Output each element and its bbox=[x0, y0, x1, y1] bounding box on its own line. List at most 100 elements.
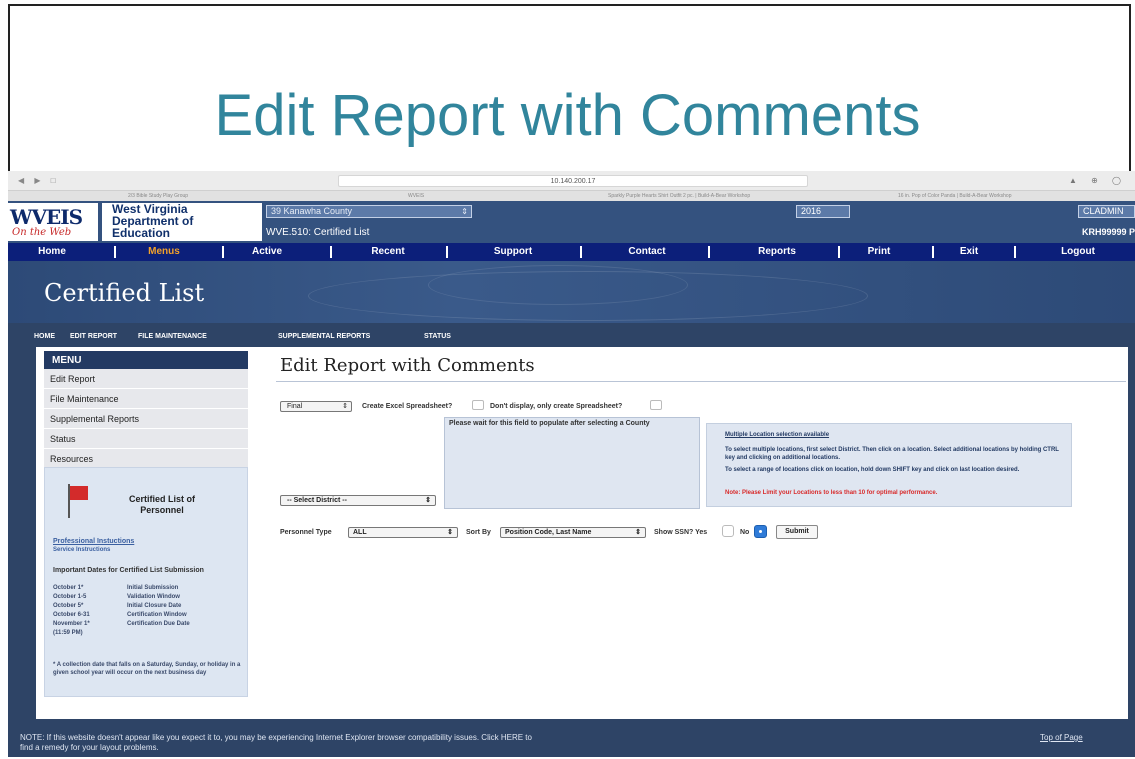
info-box: Certified List of Personnel Professional… bbox=[44, 467, 248, 697]
excel-checkbox[interactable] bbox=[472, 400, 484, 410]
report-code: WVE.510: Certified List bbox=[266, 227, 370, 238]
content-panel: MENU Edit Report File Maintenance Supple… bbox=[36, 347, 1128, 719]
url-bar[interactable]: 10.140.200.17 bbox=[338, 175, 808, 187]
nav-logout[interactable]: Logout bbox=[1048, 246, 1108, 257]
browser-tab[interactable]: 2/3 Bible Study Play Group bbox=[128, 193, 188, 199]
submit-button[interactable]: Submit bbox=[776, 525, 818, 539]
multi-location-text: To select multiple locations, first sele… bbox=[725, 447, 1059, 461]
info-title: Certified List of Personnel bbox=[129, 494, 196, 515]
sort-by-label: Sort By bbox=[466, 529, 491, 536]
wveis-logo[interactable]: WVEIS On the Web bbox=[8, 203, 98, 241]
dont-display-checkbox[interactable] bbox=[650, 400, 662, 410]
range-location-text: To select a range of locations click on … bbox=[725, 467, 1020, 473]
side-menu: MENU Edit Report File Maintenance Supple… bbox=[44, 351, 248, 469]
nav-separator bbox=[114, 246, 116, 258]
footer-note: NOTE: If this website doesn't appear lik… bbox=[20, 733, 532, 752]
app-header: WVEIS On the Web West Virginia Departmen… bbox=[8, 201, 1135, 243]
sub-nav: HOME EDIT REPORT FILE MAINTENANCE SUPPLE… bbox=[8, 331, 1135, 345]
subnav-home[interactable]: HOME bbox=[34, 333, 55, 340]
menu-item-file-maintenance[interactable]: File Maintenance bbox=[44, 389, 248, 409]
menu-item-resources[interactable]: Resources bbox=[44, 449, 248, 469]
select-arrows-icon: ⇕ bbox=[425, 497, 431, 504]
select-arrows-icon: ⇕ bbox=[342, 403, 348, 410]
nav-exit[interactable]: Exit bbox=[944, 246, 994, 257]
nav-separator bbox=[580, 246, 582, 258]
screenshot: ◀ ▶ □ 10.140.200.17 ▲ ⊕ ◯ 2/3 Bible Stud… bbox=[8, 171, 1135, 757]
district-select[interactable]: -- Select District -- ⇕ bbox=[280, 495, 436, 506]
select-arrows-icon: ⇕ bbox=[461, 207, 468, 216]
browser-nav-icons[interactable]: ◀ ▶ □ bbox=[18, 176, 60, 185]
multi-location-heading: Multiple Location selection available bbox=[725, 432, 830, 438]
dates-heading: Important Dates for Certified List Submi… bbox=[53, 567, 204, 574]
date-row: November 1* Certification Due Date bbox=[53, 621, 190, 627]
service-instructions-link[interactable]: Service Instructions bbox=[53, 547, 110, 553]
nav-home[interactable]: Home bbox=[22, 246, 82, 257]
subnav-edit-report[interactable]: EDIT REPORT bbox=[70, 333, 117, 340]
subnav-file-maintenance[interactable]: FILE MAINTENANCE bbox=[138, 333, 207, 340]
nav-separator bbox=[838, 246, 840, 258]
ssn-no-radio[interactable] bbox=[754, 525, 767, 538]
banner-title: Certified List bbox=[44, 279, 205, 307]
date-row: October 5* Initial Closure Date bbox=[53, 603, 182, 609]
page-title: Edit Report with Comments bbox=[280, 355, 535, 376]
county-select[interactable]: 39 Kanawha County ⇕ bbox=[266, 205, 472, 218]
nav-reports[interactable]: Reports bbox=[742, 246, 812, 257]
nav-recent[interactable]: Recent bbox=[358, 246, 418, 257]
slide-title: Edit Report with Comments bbox=[214, 83, 921, 148]
menu-item-status[interactable]: Status bbox=[44, 429, 248, 449]
date-row: October 6-31 Certification Window bbox=[53, 612, 187, 618]
dont-display-label: Don't display, only create Spreadsheet? bbox=[490, 403, 623, 410]
user-role-select[interactable]: CLADMIN bbox=[1078, 205, 1135, 218]
browser-toolbar: ◀ ▶ □ 10.140.200.17 ▲ ⊕ ◯ bbox=[8, 171, 1135, 191]
location-wait-message: Please wait for this field to populate a… bbox=[449, 420, 650, 427]
nav-support[interactable]: Support bbox=[478, 246, 548, 257]
nav-menus[interactable]: Menus bbox=[134, 246, 194, 257]
show-ssn-label: Show SSN? Yes bbox=[654, 529, 708, 536]
date-row: October 1-5 Validation Window bbox=[53, 594, 180, 600]
menu-heading: MENU bbox=[44, 351, 248, 369]
multi-location-help: Multiple Location selection available To… bbox=[706, 423, 1072, 507]
nav-separator bbox=[708, 246, 710, 258]
nav-separator bbox=[446, 246, 448, 258]
location-list[interactable]: Please wait for this field to populate a… bbox=[444, 417, 700, 509]
nav-contact[interactable]: Contact bbox=[612, 246, 682, 257]
menu-item-supplemental-reports[interactable]: Supplemental Reports bbox=[44, 409, 248, 429]
format-select[interactable]: Final ⇕ bbox=[280, 401, 352, 412]
year-select[interactable]: 2016 bbox=[796, 205, 850, 218]
excel-label: Create Excel Spreadsheet? bbox=[362, 403, 453, 410]
professional-instructions-link[interactable]: Professional Instuctions bbox=[53, 538, 134, 545]
personnel-type-select[interactable]: ALL ⇕ bbox=[348, 527, 458, 538]
browser-tab[interactable]: WVEIS bbox=[408, 193, 424, 199]
ssn-yes-radio[interactable] bbox=[722, 525, 734, 537]
top-nav: Home Menus Active Recent Support Contact… bbox=[8, 243, 1135, 261]
share-icon[interactable]: ▲ ⊕ ◯ bbox=[1069, 176, 1127, 185]
subnav-supplemental-reports[interactable]: SUPPLEMENTAL REPORTS bbox=[278, 333, 370, 340]
banner-decoration bbox=[428, 265, 688, 305]
sort-by-select[interactable]: Position Code, Last Name ⇕ bbox=[500, 527, 646, 538]
nav-separator bbox=[330, 246, 332, 258]
nav-separator bbox=[222, 246, 224, 258]
flag-icon bbox=[65, 484, 89, 518]
department-name: West Virginia Department of Education bbox=[102, 203, 262, 241]
page-banner: Certified List bbox=[8, 261, 1135, 323]
browser-tabs: 2/3 Bible Study Play Group WVEIS Sparkly… bbox=[8, 191, 1135, 201]
title-divider bbox=[276, 381, 1126, 382]
ssn-no-label: No bbox=[740, 529, 750, 536]
menu-item-edit-report[interactable]: Edit Report bbox=[44, 369, 248, 389]
browser-tab[interactable]: 16 in. Pop of Color Panda | Build-A-Bear… bbox=[898, 193, 1012, 199]
date-row: October 1* Initial Submission bbox=[53, 585, 179, 591]
nav-active[interactable]: Active bbox=[242, 246, 292, 257]
user-id: KRH99999 PRS bbox=[1082, 227, 1135, 237]
date-row: (11:59 PM) bbox=[53, 630, 83, 636]
info-footnote: * A collection date that falls on a Satu… bbox=[53, 662, 241, 676]
location-limit-note: Note: Please Limit your Locations to les… bbox=[725, 490, 938, 496]
nav-print[interactable]: Print bbox=[854, 246, 904, 257]
select-arrows-icon: ⇕ bbox=[447, 529, 453, 536]
nav-separator bbox=[932, 246, 934, 258]
personnel-type-label: Personnel Type bbox=[280, 529, 332, 536]
browser-tab[interactable]: Sparkly Purple Hearts Shirt Outfit 2 pc.… bbox=[608, 193, 750, 199]
nav-separator bbox=[1014, 246, 1016, 258]
select-arrows-icon: ⇕ bbox=[635, 529, 641, 536]
top-of-page-link[interactable]: Top of Page bbox=[1040, 733, 1083, 742]
subnav-status[interactable]: STATUS bbox=[424, 333, 451, 340]
